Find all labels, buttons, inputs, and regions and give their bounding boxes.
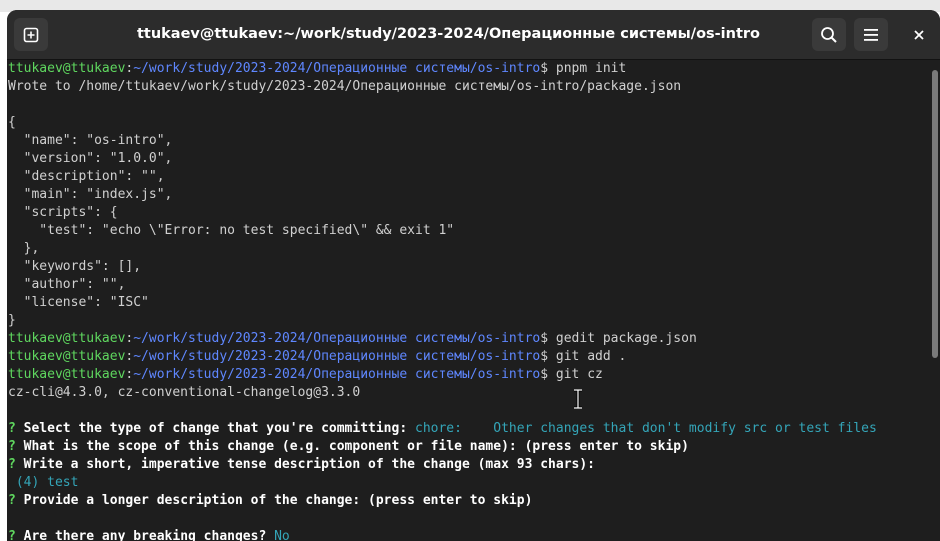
- question-mark: ?: [8, 439, 24, 454]
- hamburger-menu-icon: [864, 28, 878, 41]
- answer-text: No: [274, 529, 290, 541]
- json-line: "author": "",: [8, 277, 126, 292]
- prompt-symbol: $: [540, 367, 556, 382]
- prompt-line: ttukaev@ttukaev:~/work/study/2023-2024/О…: [8, 366, 930, 384]
- prompt-symbol: $: [540, 349, 556, 364]
- search-icon: [821, 26, 837, 43]
- close-icon: [914, 29, 924, 40]
- prompt-line: ttukaev@ttukaev:~/work/study/2023-2024/О…: [8, 348, 930, 366]
- json-line: "scripts": {: [8, 205, 118, 220]
- answer-text: chore: Other changes that don't modify s…: [415, 421, 877, 436]
- window-title: ttukaev@ttukaev:~/work/study/2023-2024/О…: [136, 26, 761, 42]
- new-tab-button[interactable]: [14, 18, 48, 51]
- question-text: Select the type of change that you're co…: [23, 421, 415, 436]
- command-text: git cz: [555, 367, 603, 382]
- json-line: "description": "",: [8, 169, 165, 184]
- command-text: pnpm init: [555, 61, 627, 76]
- prompt-path: ~/work/study/2023-2024/Операционные сист…: [133, 61, 541, 76]
- json-line: "keywords": [],: [8, 259, 142, 274]
- scrollbar-thumb[interactable]: [932, 70, 938, 358]
- question-mark: ?: [8, 493, 24, 508]
- json-line: }: [8, 313, 16, 328]
- question-text: Provide a longer description of the chan…: [23, 493, 533, 508]
- commitizen-question: ? Provide a longer description of the ch…: [8, 492, 930, 510]
- question-mark: ?: [8, 457, 24, 472]
- json-line: "name": "os-intro",: [8, 133, 173, 148]
- commitizen-question: ? Select the type of change that you're …: [8, 420, 930, 438]
- question-text: Write a short, imperative tense descript…: [23, 457, 596, 472]
- close-button[interactable]: [904, 18, 934, 51]
- question-mark: ?: [8, 529, 24, 541]
- menu-button[interactable]: [854, 18, 888, 51]
- prompt-symbol: $: [540, 331, 556, 346]
- json-line: "main": "index.js",: [8, 187, 173, 202]
- json-line: {: [8, 115, 16, 130]
- prompt-user: ttukaev@ttukaev: [8, 367, 126, 382]
- question-text: What is the scope of this change (e.g. c…: [23, 439, 689, 454]
- prompt-user: ttukaev@ttukaev: [8, 349, 126, 364]
- prompt-symbol: $: [540, 61, 556, 76]
- json-line: "license": "ISC": [8, 295, 149, 310]
- prompt-path: ~/work/study/2023-2024/Операционные сист…: [133, 331, 541, 346]
- command-text: git add .: [555, 349, 627, 364]
- titlebar: ttukaev@ttukaev:~/work/study/2023-2024/О…: [7, 10, 940, 60]
- commitizen-question: ? Are there any breaking changes? No: [8, 528, 930, 541]
- prompt-user: ttukaev@ttukaev: [8, 331, 126, 346]
- json-line: "test": "echo \"Error: no test specified…: [8, 223, 455, 238]
- output-line: Wrote to /home/ttukaev/work/study/2023-2…: [8, 79, 682, 94]
- command-text: gedit package.json: [555, 331, 697, 346]
- prompt-line: ttukaev@ttukaev:~/work/study/2023-2024/О…: [8, 60, 930, 78]
- commitizen-question: ? What is the scope of this change (e.g.…: [8, 438, 930, 456]
- commitizen-question: ? Write a short, imperative tense descri…: [8, 456, 930, 474]
- answer-line: (4) test: [8, 475, 79, 490]
- prompt-line: ttukaev@ttukaev:~/work/study/2023-2024/О…: [8, 330, 930, 348]
- search-button[interactable]: [812, 18, 846, 51]
- terminal-output[interactable]: ttukaev@ttukaev:~/work/study/2023-2024/О…: [7, 60, 930, 541]
- json-line: },: [8, 241, 40, 256]
- prompt-user: ttukaev@ttukaev: [8, 61, 126, 76]
- question-mark: ?: [8, 421, 24, 436]
- prompt-path: ~/work/study/2023-2024/Операционные сист…: [133, 367, 541, 382]
- output-line: cz-cli@4.3.0, cz-conventional-changelog@…: [8, 385, 361, 400]
- text-cursor-icon: [574, 389, 582, 409]
- terminal-window: ttukaev@ttukaev:~/work/study/2023-2024/О…: [7, 10, 940, 541]
- new-tab-icon: [23, 27, 39, 42]
- json-line: "version": "1.0.0",: [8, 151, 173, 166]
- question-text: Are there any breaking changes?: [23, 529, 275, 541]
- prompt-path: ~/work/study/2023-2024/Операционные сист…: [133, 349, 541, 364]
